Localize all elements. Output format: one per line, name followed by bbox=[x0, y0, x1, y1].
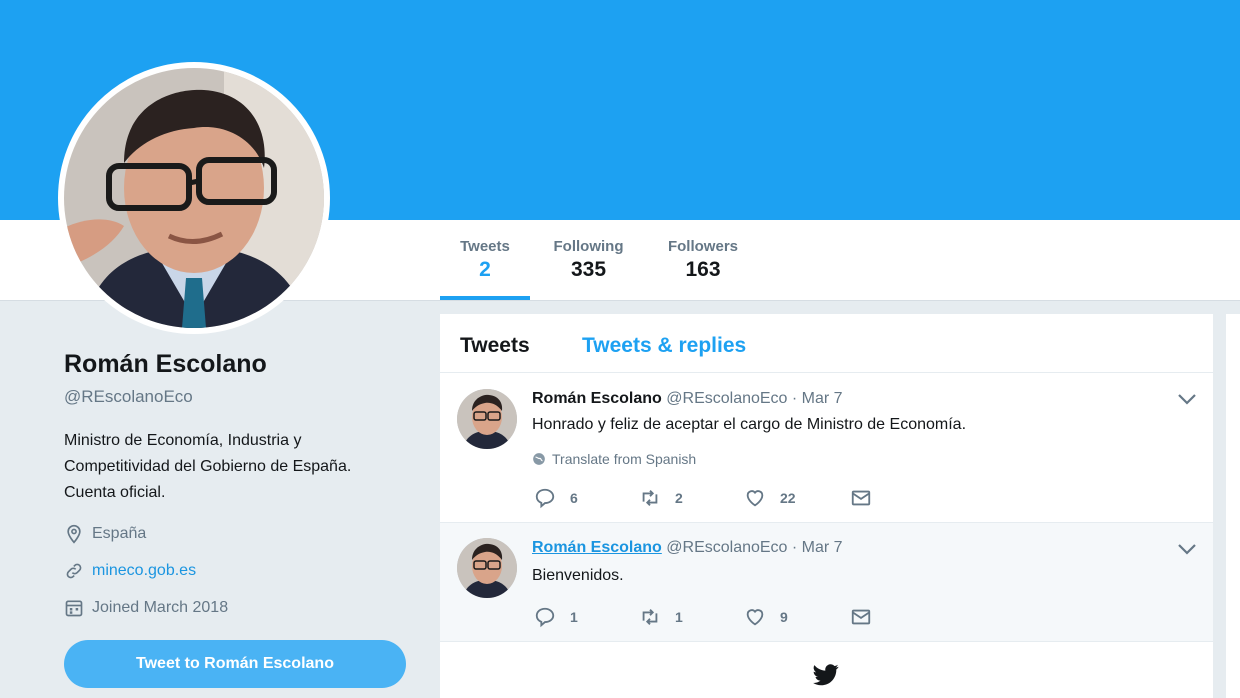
like-action[interactable]: 22 bbox=[744, 487, 796, 509]
dm-action[interactable] bbox=[850, 606, 872, 628]
tweet-item[interactable]: Román Escolano @REscolanoEco · Mar 7 Hon… bbox=[440, 374, 1213, 523]
tweet-avatar[interactable] bbox=[457, 389, 517, 449]
active-stat-indicator bbox=[440, 296, 530, 300]
tweet-avatar[interactable] bbox=[457, 538, 517, 598]
retweet-icon bbox=[642, 609, 658, 625]
like-count: 22 bbox=[780, 490, 796, 506]
joined-text: Joined March 2018 bbox=[92, 599, 229, 616]
reply-icon bbox=[535, 607, 555, 628]
link-icon bbox=[66, 563, 82, 579]
globe-icon bbox=[533, 453, 545, 465]
dm-action[interactable] bbox=[850, 487, 872, 509]
stat-tweets-label: Tweets bbox=[460, 238, 510, 255]
like-icon bbox=[746, 490, 764, 507]
tweet-date[interactable]: · Mar 7 bbox=[792, 539, 843, 556]
tab-tweets[interactable]: Tweets bbox=[460, 334, 530, 358]
profile-location: España bbox=[64, 524, 146, 544]
stat-following[interactable]: Following 335 bbox=[546, 238, 631, 282]
chevron-down-icon[interactable] bbox=[1176, 542, 1198, 556]
tweet-date[interactable]: · Mar 7 bbox=[792, 390, 843, 407]
tweet-text: Honrado y feliz de aceptar el cargo de M… bbox=[532, 416, 967, 433]
stat-tweets-value: 2 bbox=[479, 258, 491, 281]
tweet-item[interactable]: Román Escolano @REscolanoEco · Mar 7 Bie… bbox=[440, 523, 1213, 642]
translate-link[interactable]: Translate from Spanish bbox=[532, 451, 696, 467]
tweet-avatar-photo bbox=[457, 538, 517, 598]
stat-following-value: 335 bbox=[570, 258, 607, 281]
stat-following-label: Following bbox=[553, 238, 624, 255]
tweet-to-button[interactable]: Tweet to Román Escolano bbox=[64, 640, 406, 688]
tweet-author-name[interactable]: Román Escolano bbox=[532, 390, 662, 407]
right-column-edge bbox=[1226, 314, 1240, 698]
profile-website[interactable]: mineco.gob.es bbox=[64, 561, 196, 581]
chevron-down-icon[interactable] bbox=[1176, 392, 1198, 406]
reply-action[interactable]: 6 bbox=[534, 487, 578, 509]
tweet-author-handle[interactable]: @REscolanoEco bbox=[666, 539, 787, 556]
reply-count: 6 bbox=[570, 490, 578, 506]
profile-joined: Joined March 2018 bbox=[64, 598, 228, 618]
retweet-count: 1 bbox=[675, 609, 683, 625]
tweet-header: Román Escolano @REscolanoEco · Mar 7 bbox=[532, 539, 843, 557]
tweet-header: Román Escolano @REscolanoEco · Mar 7 bbox=[532, 390, 843, 408]
dm-icon bbox=[851, 490, 871, 506]
location-text: España bbox=[92, 525, 147, 542]
stat-followers-label: Followers bbox=[667, 238, 738, 255]
dm-icon bbox=[851, 609, 871, 625]
reply-icon bbox=[535, 488, 555, 509]
retweet-count: 2 bbox=[675, 490, 683, 506]
twitter-bird-icon bbox=[813, 664, 839, 686]
calendar-icon bbox=[65, 600, 83, 617]
tweet-author-handle[interactable]: @REscolanoEco bbox=[666, 390, 787, 407]
tweet-avatar-photo bbox=[457, 389, 517, 449]
stat-tweets[interactable]: Tweets 2 bbox=[450, 238, 520, 282]
tweet-text: Bienvenidos. bbox=[532, 567, 624, 584]
retweet-icon bbox=[642, 490, 658, 506]
reply-count: 1 bbox=[570, 609, 578, 625]
profile-name[interactable]: Román Escolano bbox=[64, 350, 267, 379]
reply-action[interactable]: 1 bbox=[534, 606, 578, 628]
retweet-action[interactable]: 1 bbox=[639, 606, 683, 628]
stat-followers[interactable]: Followers 163 bbox=[660, 238, 746, 282]
avatar-photo bbox=[64, 68, 324, 328]
tab-tweets-replies[interactable]: Tweets & replies bbox=[582, 334, 746, 358]
profile-handle[interactable]: @REscolanoEco bbox=[64, 387, 193, 407]
profile-bio: Ministro de Economía, Industria y Compet… bbox=[64, 432, 352, 501]
tweet-author-name[interactable]: Román Escolano bbox=[532, 539, 662, 556]
like-icon bbox=[746, 609, 764, 626]
profile-avatar[interactable] bbox=[58, 62, 330, 334]
translate-text: Translate from Spanish bbox=[552, 451, 697, 467]
website-link[interactable]: mineco.gob.es bbox=[92, 562, 196, 580]
timeline-tabs: Tweets Tweets & replies bbox=[440, 314, 1213, 373]
retweet-action[interactable]: 2 bbox=[639, 487, 683, 509]
like-count: 9 bbox=[780, 609, 788, 625]
stat-followers-value: 163 bbox=[685, 258, 721, 281]
location-icon bbox=[67, 524, 81, 544]
like-action[interactable]: 9 bbox=[744, 606, 788, 628]
